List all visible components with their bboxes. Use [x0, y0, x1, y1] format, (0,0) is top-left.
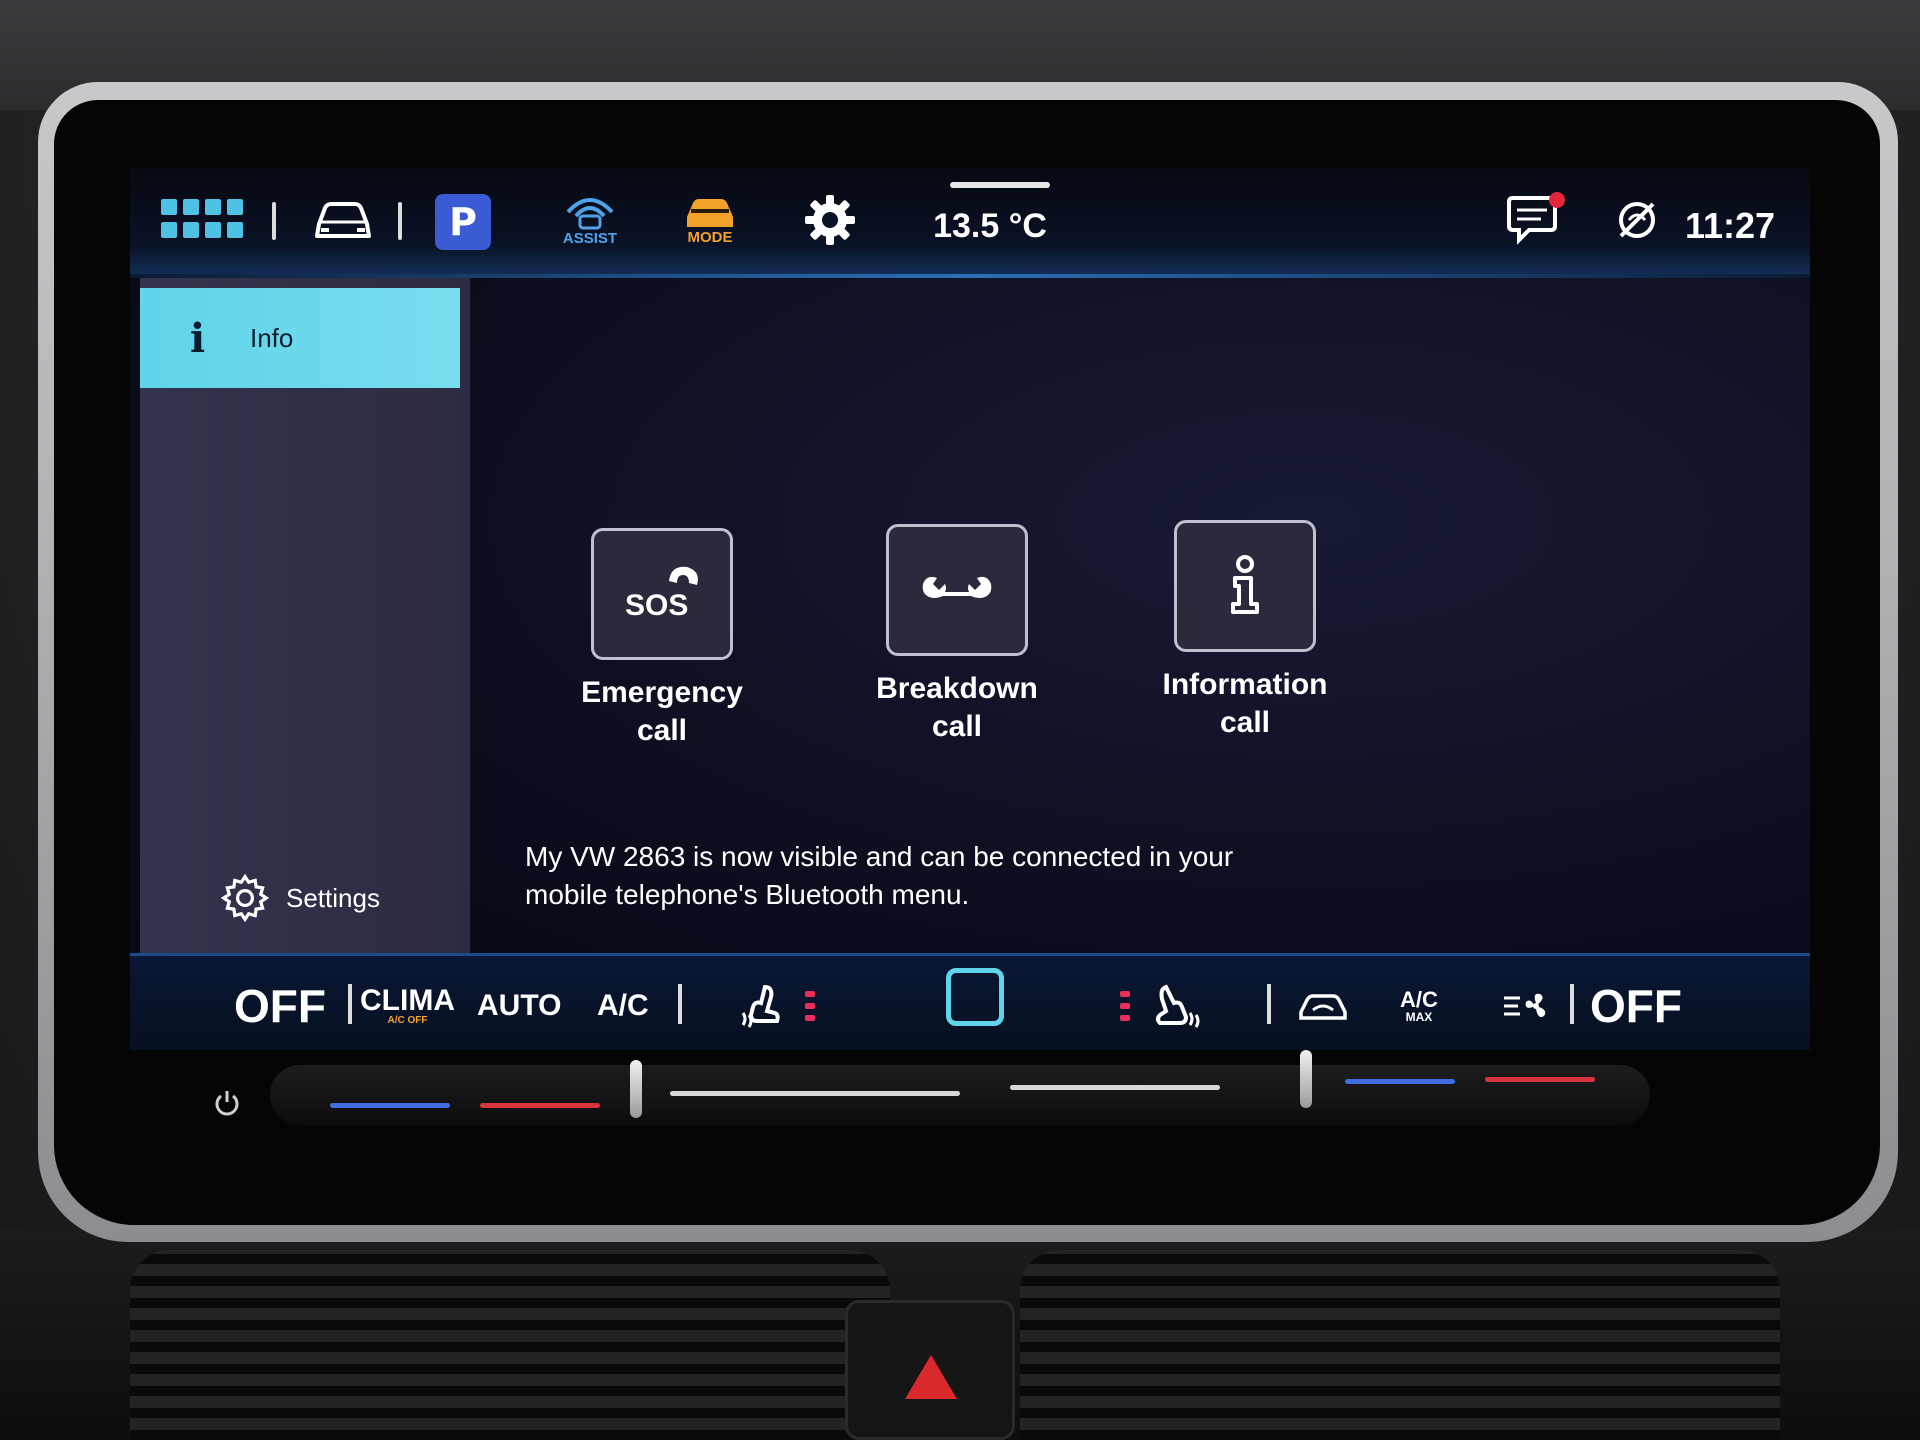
ac-max-button[interactable]: A/C MAX [1400, 976, 1438, 1036]
separator [1570, 984, 1574, 1024]
park-assist-button[interactable]: P [435, 194, 491, 250]
info-icon: i [190, 314, 206, 362]
messages-icon[interactable] [1500, 190, 1570, 250]
separator [348, 984, 352, 1024]
ac-max-bottom-label: MAX [1405, 1010, 1433, 1024]
settings-gear-icon[interactable] [798, 190, 862, 250]
clima-button[interactable]: CLIMA A/C OFF [360, 976, 455, 1036]
information-call-tile[interactable]: Information call [1145, 520, 1345, 742]
notification-dot [1549, 192, 1565, 208]
seat-heating-right-button[interactable] [1120, 976, 1202, 1036]
sos-phone-icon: SOS [625, 566, 698, 622]
fan-button[interactable] [1502, 976, 1550, 1036]
home-button[interactable] [946, 968, 1004, 1026]
emergency-call-tile[interactable]: SOS Emergency call [562, 528, 762, 750]
seat-heat-icon [1156, 984, 1200, 1028]
apps-grid-icon[interactable] [158, 198, 246, 238]
pull-down-handle[interactable] [950, 182, 1050, 188]
sidebar-item-label: Info [250, 322, 294, 353]
sidebar-item-info[interactable]: i Info [140, 288, 460, 388]
cool-indicator-left [330, 1103, 450, 1108]
outside-temperature: 13.5 °C [933, 206, 1047, 245]
recirculation-button[interactable] [1295, 976, 1351, 1036]
information-call-button[interactable] [1174, 520, 1316, 652]
slider-divider [630, 1060, 642, 1118]
air-vent-left [130, 1250, 890, 1440]
auto-button[interactable]: AUTO [477, 976, 561, 1036]
volume-slider-track-right [1010, 1085, 1220, 1090]
settings-label: Settings [286, 882, 380, 913]
slider-divider [1300, 1050, 1312, 1108]
temperature-slider-bar[interactable] [270, 1065, 1650, 1125]
car-icon[interactable] [305, 190, 381, 250]
climate-off-left-button[interactable]: OFF [234, 976, 326, 1036]
assist-label: ASSIST [562, 229, 618, 247]
settings-gear-icon [220, 873, 270, 923]
breakdown-call-button[interactable] [886, 524, 1028, 656]
bluetooth-visibility-message: My VW 2863 is now visible and can be con… [525, 838, 1425, 914]
clima-label: CLIMA [360, 984, 455, 1017]
seat-heat-level-right [1120, 991, 1130, 1021]
connectivity-off-icon[interactable] [1612, 190, 1662, 250]
seat-heat-level-left [805, 991, 815, 1021]
info-icon [1231, 555, 1259, 614]
warm-indicator-left [480, 1103, 600, 1108]
volume-slider-track-left [670, 1091, 960, 1096]
svg-text:SOS: SOS [625, 589, 688, 622]
tile-label: Information call [1162, 668, 1328, 739]
assist-button[interactable]: ASSIST [550, 190, 630, 250]
mode-label: MODE [687, 228, 733, 246]
separator [398, 202, 402, 240]
status-bar: P ASSIST MODE 13.5 °C 11:27 [130, 168, 1810, 278]
ac-button[interactable]: A/C [597, 976, 649, 1036]
wrench-icon [922, 576, 992, 598]
seat-heat-icon [741, 984, 780, 1028]
car-mode-icon [687, 198, 733, 227]
climate-bar: OFF CLIMA A/C OFF AUTO A/C A/C MAX OFF [130, 953, 1810, 1050]
assist-icon [566, 197, 614, 229]
infotainment-screen: P ASSIST MODE 13.5 °C 11:27 i Info Setti… [130, 168, 1810, 1050]
fan-icon [1504, 993, 1546, 1018]
separator [678, 984, 682, 1024]
driving-mode-button[interactable]: MODE [670, 190, 750, 250]
hazard-icon [905, 1355, 957, 1399]
tile-label: Breakdown call [876, 672, 1038, 743]
cool-indicator-right [1345, 1079, 1455, 1084]
sidebar-settings-button[interactable]: Settings [220, 868, 380, 928]
ac-max-top-label: A/C [1400, 987, 1438, 1012]
clock: 11:27 [1684, 205, 1776, 246]
breakdown-call-tile[interactable]: Breakdown call [857, 524, 1057, 746]
climate-off-right-button[interactable]: OFF [1590, 976, 1682, 1036]
separator [1267, 984, 1271, 1024]
tile-label: Emergency call [581, 676, 743, 747]
seat-heating-left-button[interactable] [735, 976, 815, 1036]
car-recirculation-icon [1299, 994, 1347, 1020]
air-vent-right [1020, 1250, 1780, 1440]
clima-sublabel: A/C OFF [387, 1015, 428, 1026]
separator [272, 202, 276, 240]
emergency-call-button[interactable]: SOS [591, 528, 733, 660]
warm-indicator-right [1485, 1077, 1595, 1082]
power-icon[interactable] [212, 1088, 242, 1122]
message-line: mobile telephone's Bluetooth menu. [525, 879, 970, 910]
message-line: My VW 2863 is now visible and can be con… [525, 841, 1234, 872]
